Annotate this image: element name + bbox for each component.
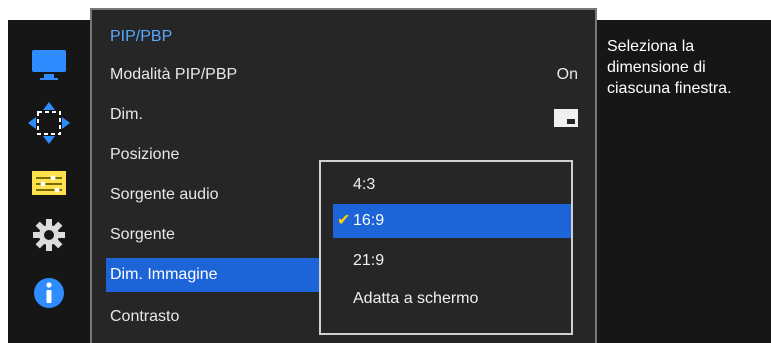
menu-item-label: Sorgente	[110, 226, 175, 243]
checkmark-icon: ✔	[337, 212, 351, 229]
option-21-9[interactable]: 21:9	[333, 244, 571, 278]
window-size-icon	[554, 106, 578, 140]
menu-item-label: Contrasto	[110, 308, 180, 325]
pip-mode-value: On	[556, 66, 578, 83]
menu-item-label: Dim.	[110, 106, 143, 123]
menu-item-pip-mode[interactable]: Modalità PIP/PBP On	[106, 58, 596, 92]
option-label: 21:9	[353, 252, 385, 269]
monitor-icon[interactable]	[30, 46, 68, 84]
option-label: 4:3	[353, 176, 376, 193]
info-icon[interactable]	[30, 274, 68, 312]
menu-item-label: Sorgente audio	[110, 186, 219, 203]
option-label: Adatta a schermo	[353, 290, 479, 307]
menu-item-label: Dim. Immagine	[110, 266, 218, 283]
help-text: Seleziona la dimensione di ciascuna fine…	[607, 38, 732, 97]
osd-sidebar	[8, 20, 90, 343]
option-fit-screen[interactable]: Adatta a schermo	[333, 282, 571, 316]
menu-item-image-size[interactable]: Dim. Immagine	[106, 258, 320, 292]
menu-item-size[interactable]: Dim.	[106, 98, 596, 132]
move-arrows-icon[interactable]	[26, 100, 72, 146]
monitor-osd: PIP/PBP Modalità PIP/PBP On Dim. Posizio…	[0, 0, 771, 343]
menu-item-label: Posizione	[110, 146, 180, 163]
sliders-icon[interactable]	[30, 164, 68, 202]
menu-item-label: Modalità PIP/PBP	[110, 66, 238, 83]
option-16-9[interactable]: ✔ 16:9	[333, 204, 571, 238]
option-4-3[interactable]: 4:3	[333, 168, 571, 202]
option-label: 16:9	[353, 212, 385, 229]
pip-pbp-menu: PIP/PBP Modalità PIP/PBP On Dim. Posizio…	[90, 8, 597, 343]
help-panel: Seleziona la dimensione di ciascuna fine…	[597, 20, 771, 343]
menu-title: PIP/PBP	[110, 28, 173, 45]
gear-icon[interactable]	[30, 216, 68, 254]
image-size-dropdown: 4:3 ✔ 16:9 21:9 Adatta a schermo	[319, 160, 573, 335]
